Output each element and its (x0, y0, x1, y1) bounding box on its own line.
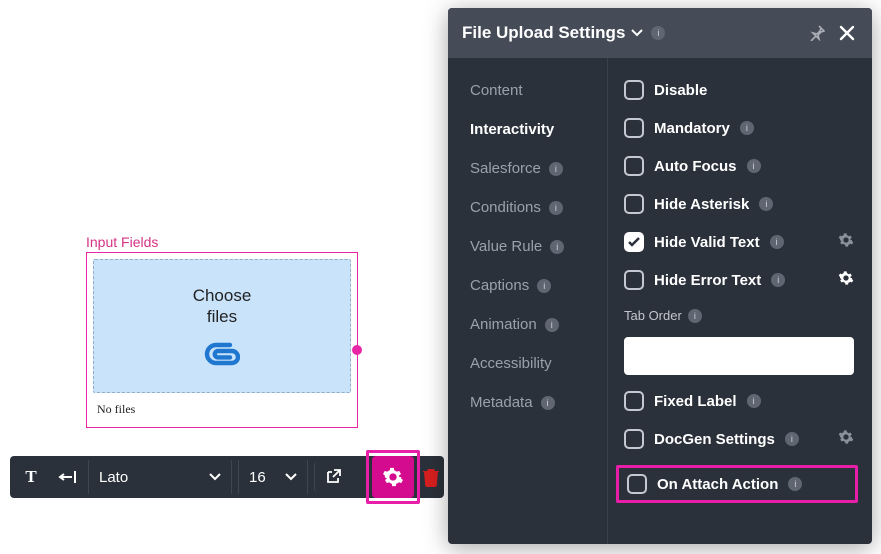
chevron-down-icon (209, 473, 221, 481)
paperclip-icon (204, 341, 240, 367)
nav-value-rule[interactable]: Value Rulei (470, 238, 607, 255)
settings-panel: File Upload Settings i Content Interacti… (448, 8, 872, 544)
option-label: Hide Valid Text (654, 234, 760, 251)
chevron-down-icon (285, 473, 297, 481)
gear-icon[interactable] (838, 270, 854, 291)
canvas-group-label: Input Fields (86, 234, 158, 250)
nav-captions[interactable]: Captionsi (470, 277, 607, 294)
checkbox[interactable] (624, 391, 644, 411)
resize-handle[interactable] (352, 345, 362, 355)
settings-button[interactable] (372, 456, 414, 498)
info-icon: i (537, 279, 551, 293)
option-label: Mandatory (654, 120, 730, 137)
option-hide-asterisk[interactable]: Hide Asterisk i (624, 192, 854, 216)
font-family-value: Lato (99, 469, 128, 486)
info-icon: i (541, 396, 555, 410)
info-icon: i (550, 240, 564, 254)
font-family-select[interactable]: Lato (88, 460, 232, 494)
option-label: Hide Error Text (654, 272, 761, 289)
nav-accessibility[interactable]: Accessibility (470, 355, 607, 372)
info-icon[interactable]: i (788, 477, 802, 491)
info-icon: i (549, 201, 563, 215)
panel-header: File Upload Settings i (448, 8, 872, 58)
option-label: Hide Asterisk (654, 196, 749, 213)
option-label: Fixed Label (654, 393, 737, 410)
option-on-attach-action[interactable]: On Attach Action i (616, 465, 858, 503)
tab-order-label: Tab Order i (624, 308, 854, 323)
panel-nav: Content Interactivity Salesforcei Condit… (448, 58, 608, 544)
panel-content: Disable Mandatory i Auto Focus i Hide As… (608, 58, 872, 544)
gear-icon[interactable] (838, 429, 854, 450)
nav-interactivity[interactable]: Interactivity (470, 121, 607, 138)
info-icon: i (545, 318, 559, 332)
checkbox[interactable] (624, 118, 644, 138)
option-auto-focus[interactable]: Auto Focus i (624, 154, 854, 178)
file-upload-prompt-line2: files (193, 306, 252, 327)
info-icon[interactable]: i (785, 432, 799, 446)
info-icon[interactable]: i (688, 309, 702, 323)
info-icon[interactable]: i (759, 197, 773, 211)
checkbox-checked[interactable] (624, 232, 644, 252)
info-icon[interactable]: i (747, 394, 761, 408)
panel-title[interactable]: File Upload Settings (462, 23, 643, 43)
nav-conditions[interactable]: Conditionsi (470, 199, 607, 216)
nav-salesforce[interactable]: Salesforcei (470, 160, 607, 177)
pin-icon[interactable] (806, 25, 828, 41)
panel-title-text: File Upload Settings (462, 23, 625, 43)
chevron-down-icon (631, 29, 643, 37)
option-hide-valid-text[interactable]: Hide Valid Text i (624, 230, 854, 254)
info-icon[interactable]: i (651, 26, 665, 40)
option-label: Disable (654, 82, 707, 99)
option-label: Auto Focus (654, 158, 737, 175)
gear-icon[interactable] (838, 232, 854, 253)
option-disable[interactable]: Disable (624, 78, 854, 102)
checkbox[interactable] (627, 474, 647, 494)
nav-content[interactable]: Content (470, 82, 607, 99)
option-label: DocGen Settings (654, 431, 775, 448)
nav-metadata[interactable]: Metadatai (470, 394, 607, 411)
checkbox[interactable] (624, 194, 644, 214)
delete-button[interactable] (416, 456, 446, 498)
option-fixed-label[interactable]: Fixed Label i (624, 389, 854, 413)
file-drop-zone[interactable]: Choose files (93, 259, 351, 393)
text-tool-button[interactable]: T (16, 462, 46, 492)
file-upload-prompt: Choose files (193, 285, 252, 328)
font-size-select[interactable]: 16 (238, 460, 308, 494)
option-hide-error-text[interactable]: Hide Error Text i (624, 268, 854, 292)
info-icon[interactable]: i (770, 235, 784, 249)
nav-animation[interactable]: Animationi (470, 316, 607, 333)
info-icon[interactable]: i (771, 273, 785, 287)
tab-order-input[interactable] (624, 337, 854, 375)
popout-button[interactable] (314, 462, 350, 492)
file-upload-status: No files (97, 402, 135, 417)
checkbox[interactable] (624, 156, 644, 176)
option-docgen-settings[interactable]: DocGen Settings i (624, 427, 854, 451)
checkbox[interactable] (624, 270, 644, 290)
file-upload-prompt-line1: Choose (193, 285, 252, 306)
option-label: On Attach Action (657, 476, 778, 493)
align-left-button[interactable] (52, 462, 82, 492)
info-icon[interactable]: i (740, 121, 754, 135)
font-size-value: 16 (249, 469, 266, 486)
checkbox[interactable] (624, 429, 644, 449)
info-icon[interactable]: i (747, 159, 761, 173)
info-icon: i (549, 162, 563, 176)
option-mandatory[interactable]: Mandatory i (624, 116, 854, 140)
checkbox[interactable] (624, 80, 644, 100)
close-button[interactable] (836, 25, 858, 41)
file-upload-widget[interactable]: Choose files No files (86, 252, 358, 428)
